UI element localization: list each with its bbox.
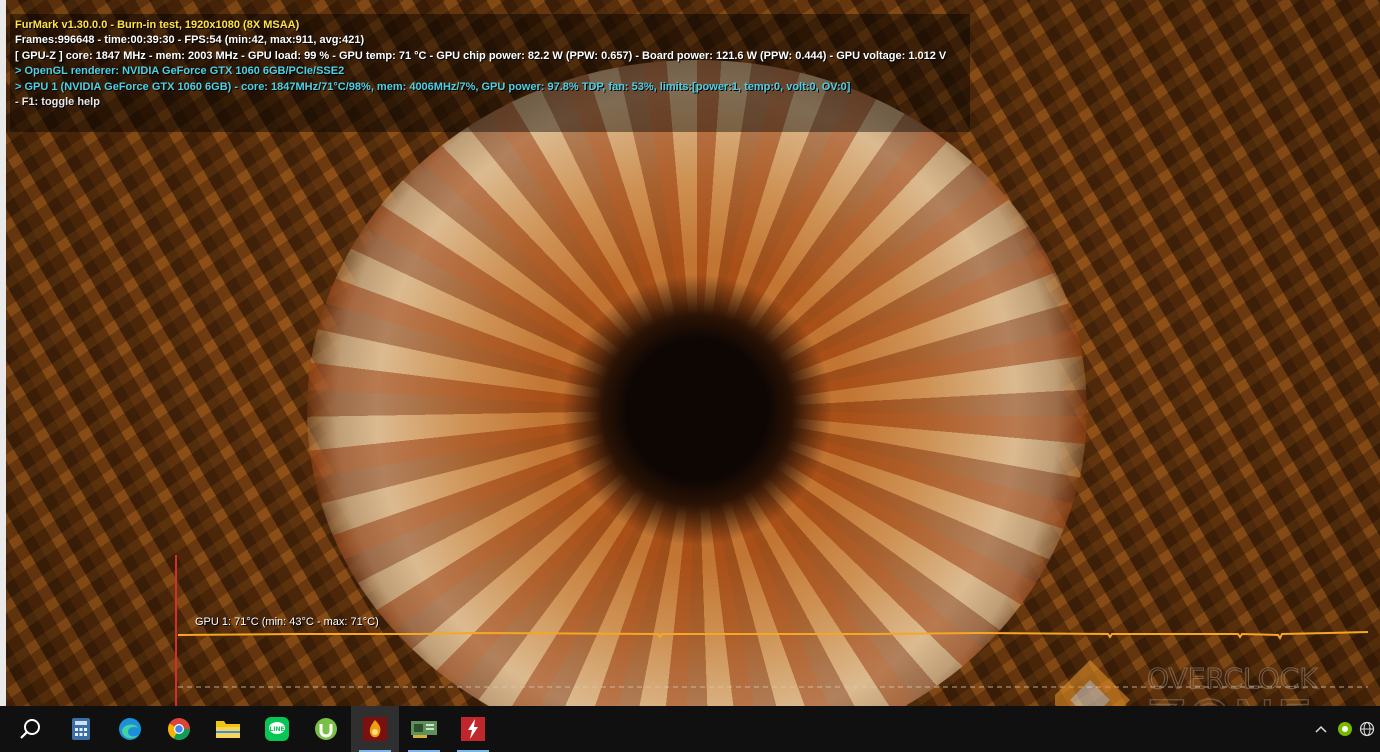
taskbar: LINE xyxy=(0,706,1380,752)
edge-browser-icon xyxy=(119,718,141,740)
folder-icon xyxy=(216,721,240,738)
tray-show-hidden-button[interactable] xyxy=(1310,706,1332,752)
temp-graph-line xyxy=(177,631,1369,640)
taskbar-file-explorer-button[interactable] xyxy=(204,706,252,752)
gpu-card-icon xyxy=(411,721,437,738)
taskbar-calculator-button[interactable] xyxy=(57,706,105,752)
calculator-icon xyxy=(72,718,90,740)
globe-icon xyxy=(1359,721,1375,737)
taskbar-line-button[interactable]: LINE xyxy=(253,706,301,752)
osd-gpu1-stats: > GPU 1 (NVIDIA GeForce GTX 1060 6GB) - … xyxy=(15,81,851,93)
taskbar-utorrent-button[interactable] xyxy=(302,706,350,752)
svg-text:LINE: LINE xyxy=(269,726,284,733)
line-chat-icon: LINE xyxy=(265,717,289,741)
osd-gpuz-stats: [ GPU-Z ] core: 1847 MHz - mem: 2003 MHz… xyxy=(15,50,947,62)
taskbar-gpu-z-button[interactable] xyxy=(400,706,448,752)
osd-renderer: > OpenGL renderer: NVIDIA GeForce GTX 10… xyxy=(15,65,345,77)
taskbar-chrome-button[interactable] xyxy=(155,706,203,752)
lightning-icon xyxy=(461,717,485,741)
taskbar-search-button[interactable] xyxy=(6,706,54,752)
utorrent-icon xyxy=(315,718,337,740)
search-icon xyxy=(20,719,40,739)
fur-eye-render xyxy=(307,60,1087,706)
chrome-browser-icon xyxy=(168,718,190,740)
osd-frames: Frames:996648 - time:00:39:30 - FPS:54 (… xyxy=(15,34,365,46)
osd-help-hint: - F1: toggle help xyxy=(15,96,100,108)
tray-nvidia-button[interactable] xyxy=(1334,706,1356,752)
temp-graph-axis xyxy=(175,555,177,706)
taskbar-edge-button[interactable] xyxy=(106,706,154,752)
nvidia-tray-icon xyxy=(1338,722,1352,736)
taskbar-flash-app-button[interactable] xyxy=(449,706,497,752)
osd-title: FurMark v1.30.0.0 - Burn-in test, 1920x1… xyxy=(15,19,300,31)
tray-network-button[interactable] xyxy=(1356,706,1378,752)
taskbar-furmark-button[interactable] xyxy=(351,706,399,752)
chevron-up-icon xyxy=(1315,725,1327,733)
furmark-icon xyxy=(363,717,387,741)
desktop-edge xyxy=(0,0,6,706)
